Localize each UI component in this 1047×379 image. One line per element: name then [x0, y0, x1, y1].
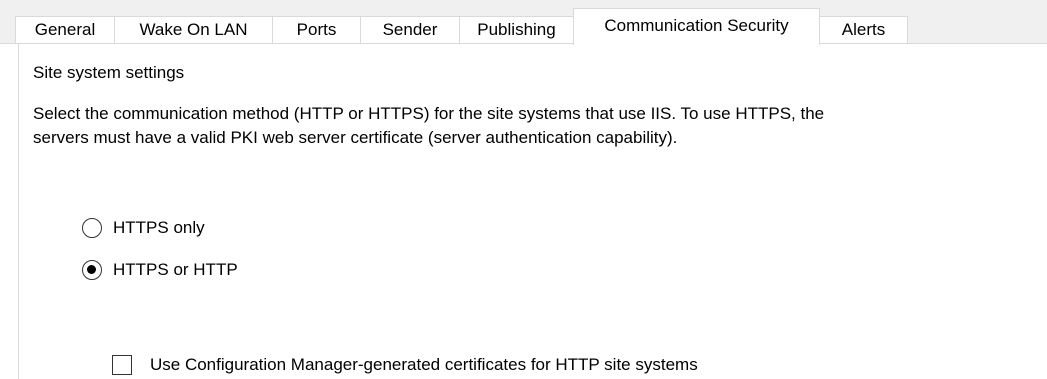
https-or-http-radio[interactable]	[82, 260, 102, 280]
section-heading: Site system settings	[33, 63, 185, 82]
tab-strip: General Wake On LAN Ports Sender Publish…	[0, 0, 1047, 45]
description-line-2: servers must have a valid PKI web server…	[33, 128, 678, 147]
https-only-label[interactable]: HTTPS only	[113, 217, 205, 239]
tab-strip-divider	[0, 43, 1047, 44]
communication-security-panel: Site system settings Select the communic…	[18, 44, 1047, 379]
tab-alerts[interactable]: Alerts	[819, 16, 908, 43]
tab-general[interactable]: General	[15, 16, 115, 43]
tab-ports[interactable]: Ports	[272, 16, 361, 43]
description-line-1: Select the communication method (HTTP or…	[33, 104, 825, 123]
properties-dialog: General Wake On LAN Ports Sender Publish…	[0, 0, 1047, 379]
https-or-http-label[interactable]: HTTPS or HTTP	[113, 259, 238, 281]
use-generated-certificates-label[interactable]: Use Configuration Manager-generated cert…	[150, 354, 698, 376]
tab-wake-on-lan[interactable]: Wake On LAN	[114, 16, 273, 43]
https-only-radio[interactable]	[82, 218, 102, 238]
use-generated-certificates-checkbox[interactable]	[112, 355, 132, 375]
tab-publishing[interactable]: Publishing	[459, 16, 574, 43]
tab-communication-security[interactable]: Communication Security	[573, 8, 820, 45]
radio-selected-dot	[87, 265, 96, 274]
tab-sender[interactable]: Sender	[360, 16, 460, 43]
